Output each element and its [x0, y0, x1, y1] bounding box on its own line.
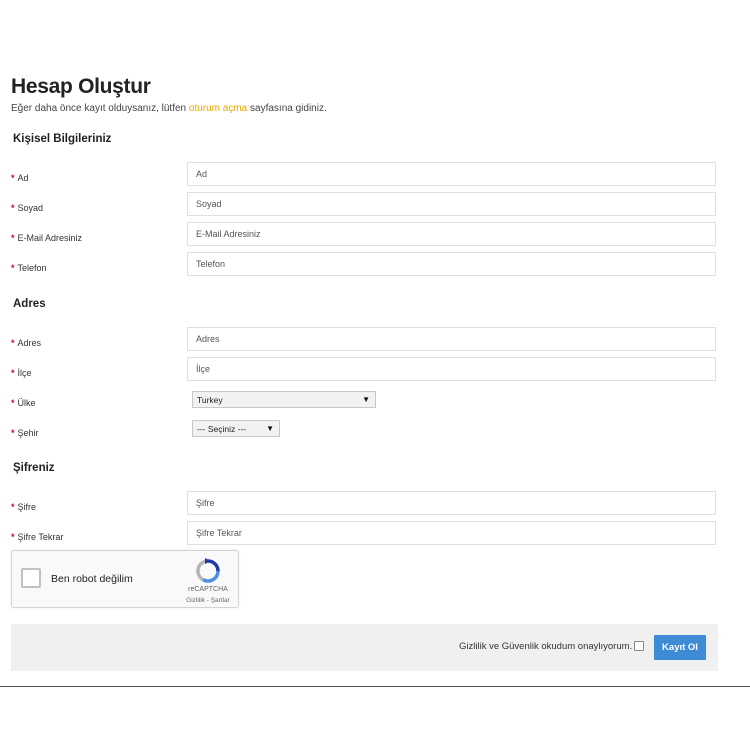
adres-input[interactable]: Adres — [187, 327, 716, 351]
label-adres: * Adres — [11, 338, 41, 348]
recaptcha-label: Ben robot değilim — [51, 573, 133, 585]
required-mark: * — [11, 398, 15, 408]
required-mark: * — [11, 173, 15, 183]
intro-text: Eğer daha önce kayıt olduysanız, lütfen … — [11, 103, 327, 114]
label-text: Ad — [17, 173, 29, 183]
label-sehir: * Şehir — [11, 428, 39, 438]
form-footer: Gizlilik ve Güvenlik okudum onaylıyorum.… — [11, 624, 718, 671]
recaptcha-checkbox[interactable] — [21, 568, 41, 588]
label-text: Şifre — [17, 502, 37, 512]
label-text: Şehir — [17, 428, 39, 438]
agree-checkbox[interactable] — [634, 641, 644, 651]
label-text: Şifre Tekrar — [17, 532, 64, 542]
section-heading-address: Adres — [13, 298, 46, 310]
section-heading-password: Şifreniz — [13, 462, 55, 474]
intro-text-after: sayfasına gidiniz. — [247, 103, 327, 114]
divider — [0, 686, 750, 687]
label-sifre-tekrar: * Şifre Tekrar — [11, 532, 63, 542]
required-mark: * — [11, 263, 15, 273]
telefon-input[interactable]: Telefon — [187, 252, 716, 276]
label-soyad: * Soyad — [11, 203, 43, 213]
page-title: Hesap Oluştur — [11, 75, 151, 98]
required-mark: * — [11, 428, 15, 438]
required-mark: * — [11, 233, 15, 243]
ulke-selected-value: Turkey — [197, 394, 223, 405]
sehir-select[interactable]: --- Seçiniz --- ▼ — [192, 420, 280, 437]
required-mark: * — [11, 532, 15, 542]
label-text: E-Mail Adresiniz — [17, 233, 83, 243]
required-mark: * — [11, 368, 15, 378]
sifre-tekrar-input[interactable]: Şifre Tekrar — [187, 521, 716, 545]
label-text: Ülke — [17, 398, 36, 408]
label-ilce: * İlçe — [11, 368, 32, 378]
label-telefon: * Telefon — [11, 263, 47, 273]
label-text: İlçe — [17, 368, 32, 378]
label-ulke: * Ülke — [11, 398, 36, 408]
sifre-input[interactable]: Şifre — [187, 491, 716, 515]
dropdown-arrow-icon: ▼ — [266, 424, 274, 433]
label-text: Adres — [17, 338, 42, 348]
label-text: Soyad — [17, 203, 44, 213]
register-button[interactable]: Kayıt Ol — [654, 635, 706, 660]
ilce-input[interactable]: İlçe — [187, 357, 716, 381]
ad-input[interactable]: Ad — [187, 162, 716, 186]
label-email: * E-Mail Adresiniz — [11, 233, 82, 243]
recaptcha-brand: reCAPTCHA — [188, 586, 228, 593]
required-mark: * — [11, 203, 15, 213]
ulke-select[interactable]: Turkey ▼ — [192, 391, 376, 408]
recaptcha-widget: Ben robot değilim reCAPTCHA Gizlilik - Ş… — [11, 550, 239, 608]
dropdown-arrow-icon: ▼ — [362, 395, 370, 404]
login-link[interactable]: oturum açma — [189, 103, 247, 114]
sehir-selected-value: --- Seçiniz --- — [197, 423, 247, 434]
agree-text: Gizlilik ve Güvenlik okudum onaylıyorum. — [459, 641, 633, 652]
required-mark: * — [11, 502, 15, 512]
email-input[interactable]: E-Mail Adresiniz — [187, 222, 716, 246]
label-ad: * Ad — [11, 173, 29, 183]
required-mark: * — [11, 338, 15, 348]
section-heading-personal: Kişisel Bilgileriniz — [13, 133, 112, 145]
soyad-input[interactable]: Soyad — [187, 192, 716, 216]
label-sifre: * Şifre — [11, 502, 36, 512]
intro-text-before: Eğer daha önce kayıt olduysanız, lütfen — [11, 103, 189, 114]
label-text: Telefon — [17, 263, 47, 273]
recaptcha-logo-icon — [196, 558, 220, 583]
recaptcha-links[interactable]: Gizlilik - Şartlar — [174, 597, 242, 604]
